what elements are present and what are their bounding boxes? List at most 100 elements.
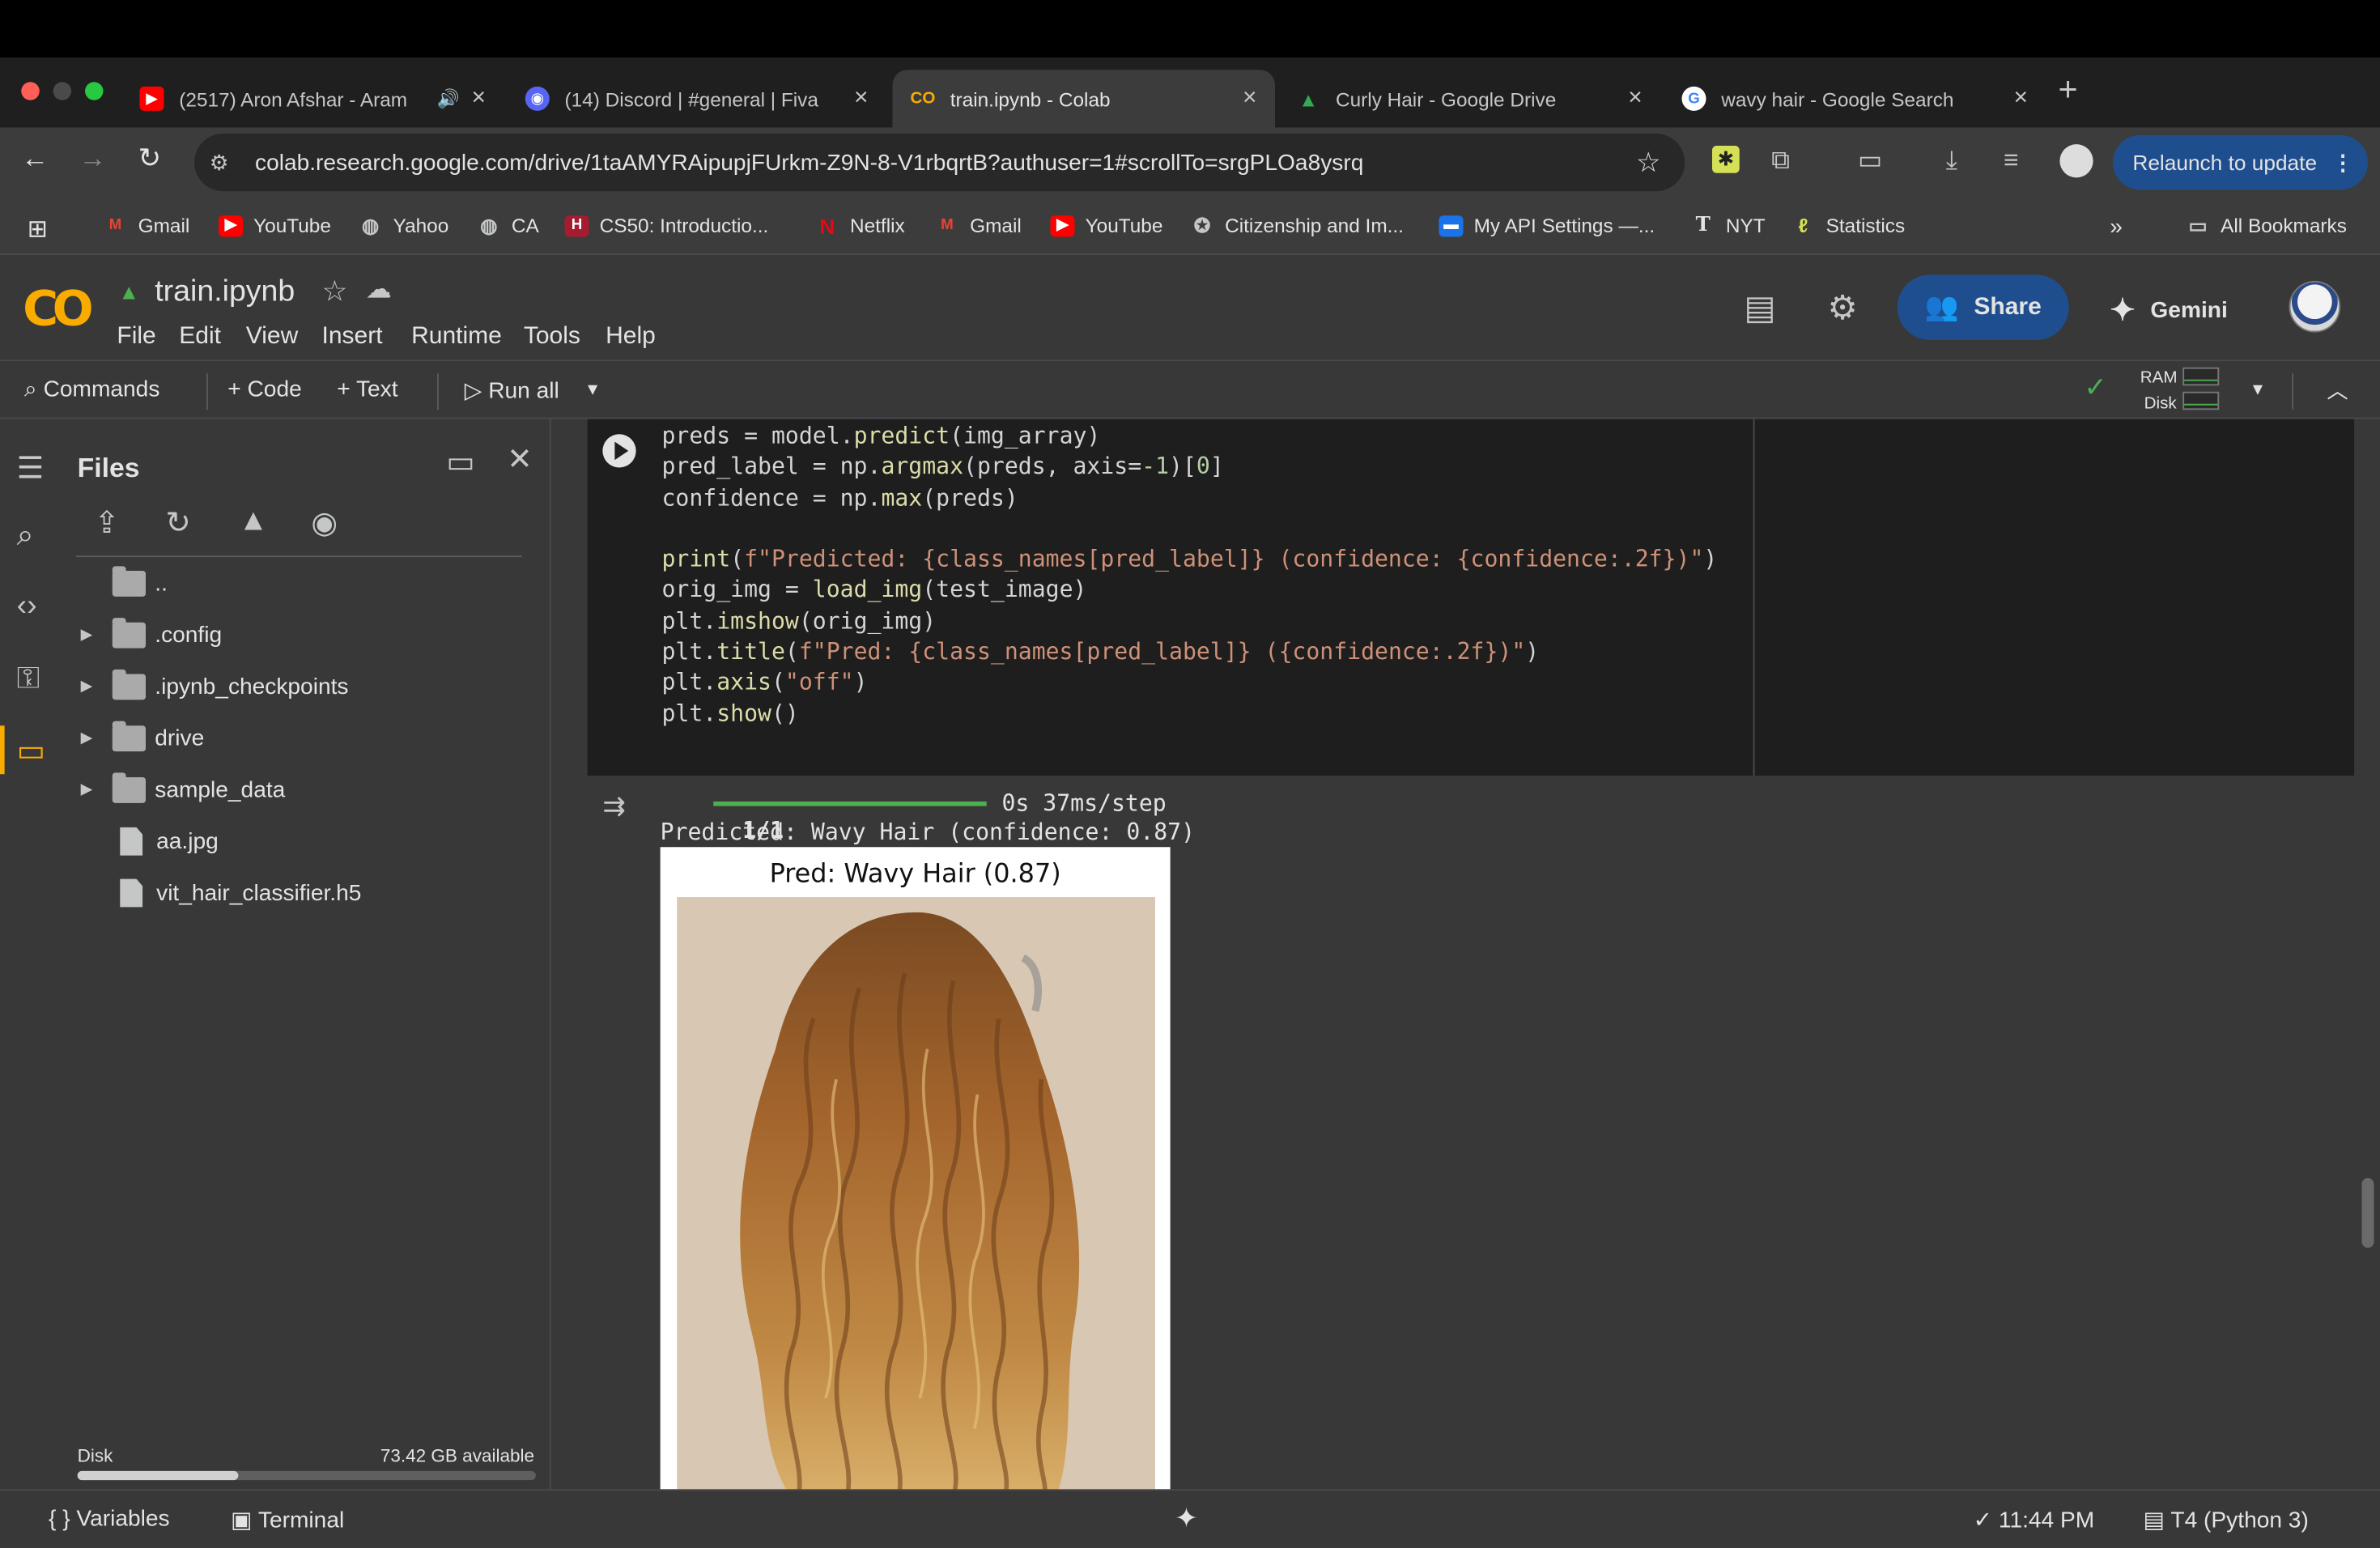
file-row-drive[interactable]: ▶ drive (67, 715, 204, 760)
more-bookmarks-chevron-icon[interactable]: » (2110, 214, 2123, 240)
code-editor[interactable]: preds = model.predict(img_array) pred_lab… (662, 420, 1718, 729)
expand-triangle-icon[interactable]: ▶ (70, 626, 103, 643)
media-controls-icon[interactable]: ≡ (2004, 146, 2019, 176)
share-button[interactable]: 👥 Share (1897, 274, 2069, 340)
menu-file[interactable]: File (117, 323, 155, 351)
open-in-tab-icon[interactable]: ▭ (446, 444, 474, 482)
bookmark-star-icon[interactable]: ☆ (1636, 147, 1660, 178)
runtime-type[interactable]: ▤ T4 (Python 3) (2144, 1506, 2309, 1533)
google-drive-icon[interactable]: ▲ (118, 279, 139, 304)
site-info-icon[interactable]: ⚙ (210, 150, 240, 176)
back-arrow-icon[interactable]: ← (21, 142, 49, 174)
collapse-header-chevron-icon[interactable]: ︿ (2327, 375, 2348, 406)
gemini-sparkle-icon[interactable]: ✦ (1175, 1503, 1197, 1534)
file-row-model-h5[interactable]: vit_hair_classifier.h5 (67, 870, 361, 915)
tab-colab[interactable]: CO train.ipynb - Colab × (892, 70, 1275, 128)
bookmark-netflix[interactable]: N Netflix (815, 213, 904, 237)
relaunch-to-update-button[interactable]: Relaunch to update ⋮ (2113, 134, 2368, 190)
close-panel-icon[interactable]: ✕ (507, 440, 532, 478)
forward-arrow-icon[interactable]: → (79, 142, 107, 174)
gemini-button[interactable]: ✦ Gemini (2110, 291, 2228, 330)
comment-icon[interactable]: ▤ (1744, 288, 1775, 328)
minimize-window-button[interactable] (53, 82, 72, 100)
cast-icon[interactable]: ▭ (1858, 146, 1882, 176)
bookmark-youtube-2[interactable]: ▶ YouTube (1050, 214, 1162, 237)
bookmark-nyt[interactable]: T NYT (1691, 214, 1766, 236)
puzzle-extensions-icon[interactable]: ⧉ (1771, 146, 1790, 176)
expand-triangle-icon[interactable]: ▶ (70, 729, 103, 746)
close-window-button[interactable] (21, 82, 40, 100)
table-of-contents-icon[interactable]: ☰ (17, 449, 45, 487)
address-bar[interactable]: ⚙ colab.research.google.com/drive/1taAMY… (194, 134, 1685, 192)
menu-insert[interactable]: Insert (322, 323, 383, 351)
colab-logo[interactable]: CO (23, 279, 93, 337)
bookmark-statistics[interactable]: ℓ Statistics (1791, 214, 1906, 236)
run-cell-play-icon[interactable] (602, 434, 636, 468)
close-tab-icon[interactable]: × (1628, 85, 1643, 113)
cloud-save-icon[interactable]: ☁ (366, 274, 392, 305)
account-avatar[interactable] (2289, 280, 2341, 333)
menu-edit[interactable]: Edit (179, 323, 221, 351)
notebook-scrollbar-thumb[interactable] (2361, 1178, 2374, 1248)
expand-triangle-icon[interactable]: ▶ (70, 781, 103, 798)
show-hidden-eye-icon[interactable]: ◉ (311, 504, 338, 542)
menu-runtime[interactable]: Runtime (411, 323, 502, 351)
terminal-button[interactable]: ▣ Terminal (231, 1506, 344, 1533)
download-icon[interactable]: ⤓ (1946, 146, 1957, 176)
notebook-title[interactable]: train.ipynb (155, 274, 295, 309)
commands-button[interactable]: ⌕ Commands (24, 376, 159, 402)
bookmark-ca[interactable]: ◍ CA (477, 213, 539, 236)
bookmark-yahoo[interactable]: ◍ Yahoo (359, 213, 448, 236)
close-tab-icon[interactable]: × (471, 85, 486, 113)
bookmark-gmail[interactable]: M Gmail (104, 214, 190, 236)
menu-view[interactable]: View (246, 323, 298, 351)
output-toggle-icon[interactable]: ⇉ (602, 791, 625, 823)
code-snippets-icon[interactable]: ‹› (17, 589, 37, 624)
tab-google-search[interactable]: G wavy hair - Google Search × (1664, 70, 2046, 127)
bookmark-youtube[interactable]: ▶ YouTube (219, 214, 331, 237)
close-tab-icon[interactable]: × (1243, 85, 1257, 113)
add-text-button[interactable]: + Text (337, 376, 397, 402)
new-tab-plus-icon[interactable]: + (2059, 70, 2078, 109)
variables-button[interactable]: { } Variables (49, 1506, 170, 1532)
speaker-icon[interactable]: 🔊 (436, 88, 459, 109)
mount-drive-icon[interactable]: ▲ (238, 504, 268, 539)
kebab-menu-icon[interactable]: ⋮ (2332, 150, 2353, 176)
bookmark-citizenship[interactable]: ✪ Citizenship and Im... (1190, 213, 1404, 236)
close-tab-icon[interactable]: × (854, 85, 869, 113)
expand-triangle-icon[interactable]: ▶ (70, 678, 103, 695)
runtime-dropdown-chevron-icon[interactable]: ▼ (2250, 381, 2266, 400)
run-all-button[interactable]: ▷ Run all (465, 376, 559, 404)
run-all-dropdown-chevron-icon[interactable]: ▼ (584, 381, 601, 400)
apps-grid-icon[interactable]: ⊞ (28, 214, 48, 245)
bookmark-gmail-2[interactable]: M Gmail (935, 214, 1022, 236)
secrets-key-icon[interactable]: ⚿ (17, 662, 40, 697)
upload-file-icon[interactable]: ⇪ (94, 504, 119, 542)
profile-avatar-icon[interactable] (2059, 144, 2093, 178)
file-row-aa-jpg[interactable]: aa.jpg (67, 819, 219, 864)
gear-icon[interactable]: ⚙ (1828, 288, 1858, 328)
find-replace-icon[interactable]: ⌕ (17, 519, 34, 554)
star-icon[interactable]: ☆ (322, 274, 348, 309)
menu-help[interactable]: Help (606, 323, 656, 351)
execution-status[interactable]: ✓ 11:44 PM (1974, 1506, 2095, 1533)
close-tab-icon[interactable]: × (2013, 85, 2028, 113)
menu-tools[interactable]: Tools (524, 323, 580, 351)
tab-discord[interactable]: ◉ (14) Discord | #general | Fiva × (507, 70, 886, 127)
tab-google-drive[interactable]: ▲ Curly Hair - Google Drive × (1278, 70, 1661, 127)
extension-icon[interactable]: ✱ (1712, 146, 1740, 173)
file-row-config[interactable]: ▶ .config (67, 612, 222, 657)
maximize-window-button[interactable] (85, 82, 104, 100)
tab-youtube[interactable]: ▶ (2517) Aron Afshar - Aram 🔊 × (121, 70, 504, 127)
url-text[interactable]: colab.research.google.com/drive/1taAMYRA… (255, 150, 1636, 176)
add-code-button[interactable]: + Code (227, 376, 301, 402)
all-bookmarks-folder[interactable]: ▭ All Bookmarks (2186, 213, 2346, 236)
file-row-parent[interactable]: .. (67, 560, 168, 606)
reload-icon[interactable]: ↻ (138, 142, 161, 174)
refresh-icon[interactable]: ↻ (165, 504, 190, 542)
file-row-sample-data[interactable]: ▶ sample_data (67, 767, 285, 812)
bookmark-cs50[interactable]: H CS50: Introductio... (564, 214, 768, 237)
files-folder-icon[interactable]: ▭ (17, 732, 45, 770)
resource-monitor[interactable]: RAM Disk (2140, 366, 2178, 418)
file-row-ipynb-checkpoints[interactable]: ▶ .ipynb_checkpoints (67, 663, 348, 708)
